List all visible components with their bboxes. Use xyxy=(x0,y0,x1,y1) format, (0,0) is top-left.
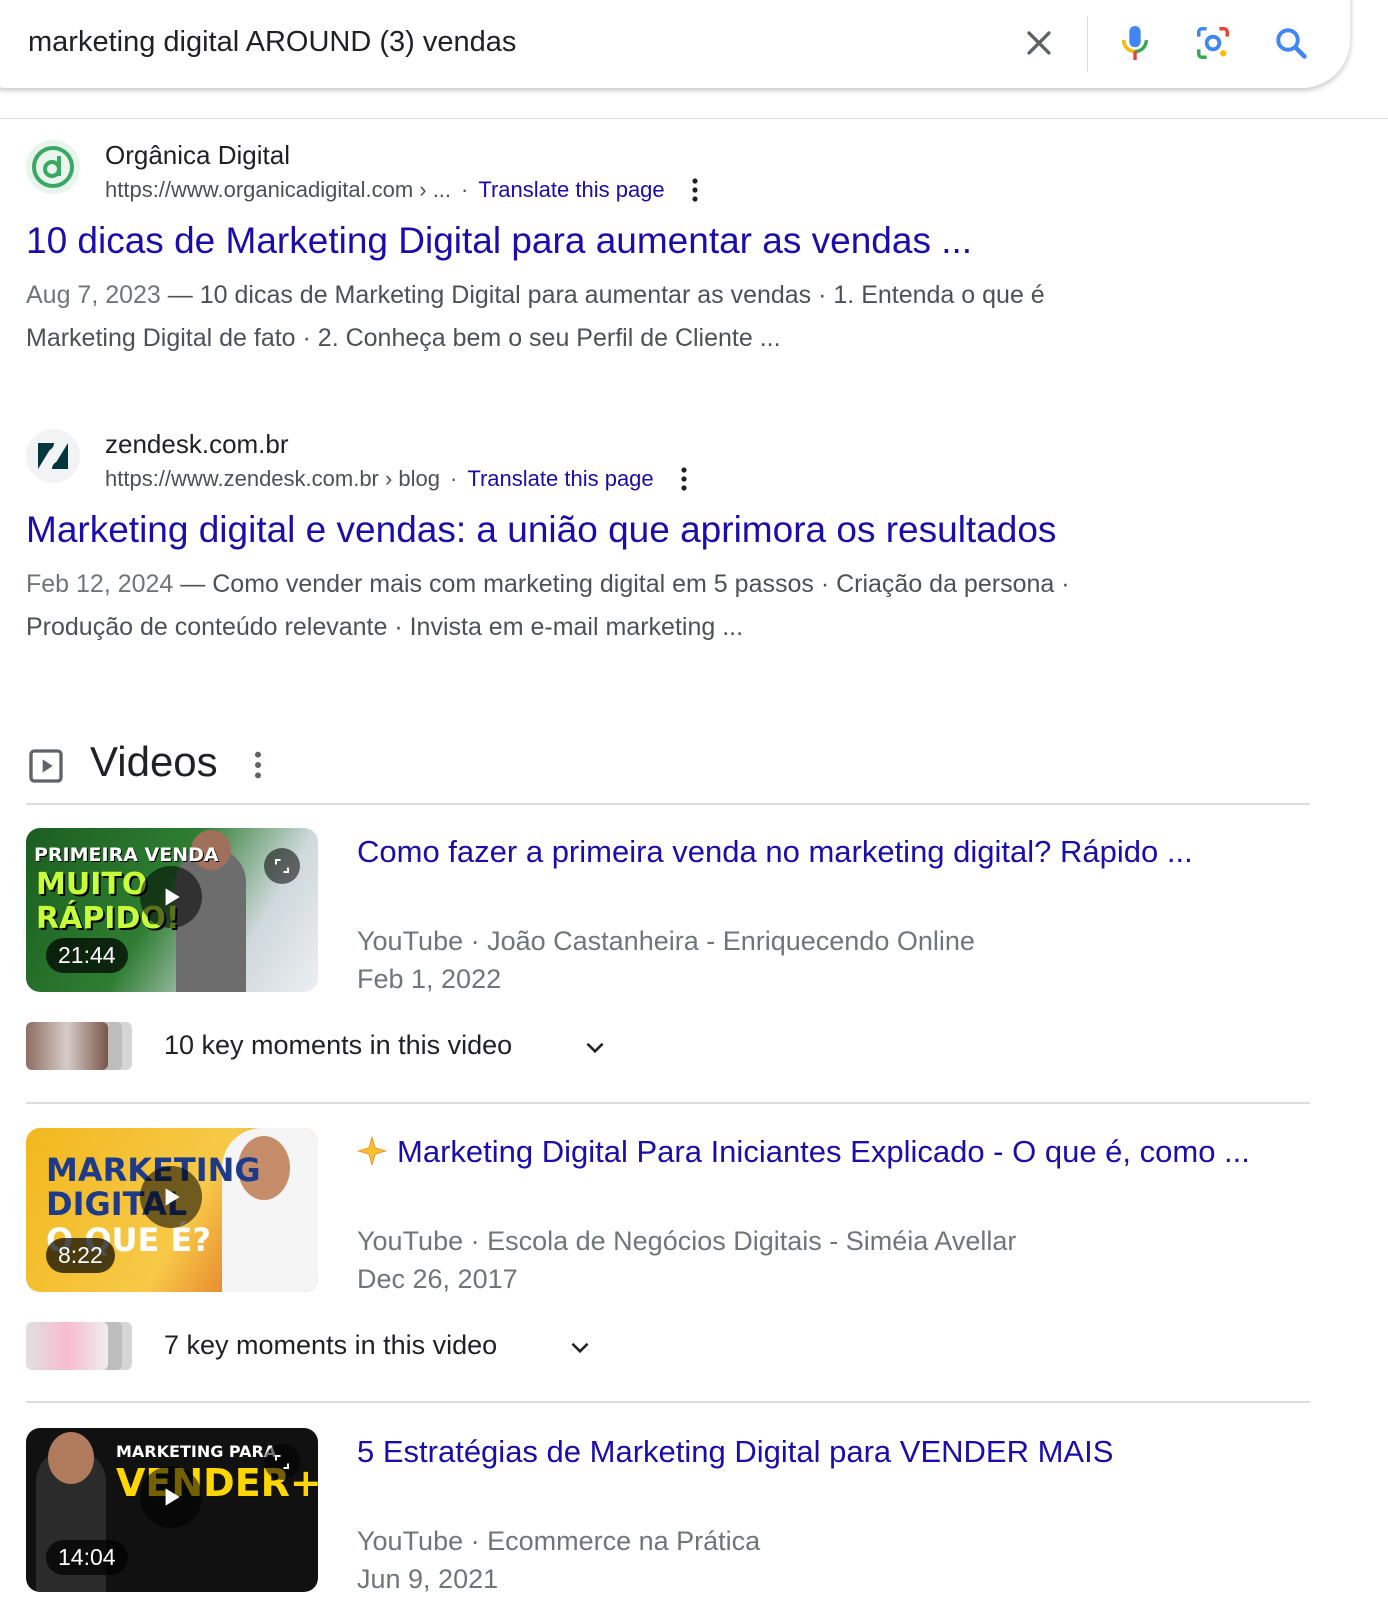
play-icon[interactable] xyxy=(140,1466,202,1528)
video-thumbnail[interactable]: PRIMEIRA VENDA MUITO RÁPIDO! 21:44 xyxy=(26,828,318,992)
video-duration: 8:22 xyxy=(46,1238,115,1273)
header-divider xyxy=(0,118,1388,119)
more-options-icon[interactable] xyxy=(691,177,699,203)
video-thumbnail[interactable]: MARKETING DIGITAL O QUE É? 8:22 xyxy=(26,1128,318,1292)
section-divider xyxy=(26,1401,1310,1403)
search-bar-separator xyxy=(1087,16,1088,72)
result-snippet: Aug 7, 2023 — 10 dicas de Marketing Digi… xyxy=(26,274,1226,360)
video-title-link[interactable]: Como fazer a primeira venda no marketing… xyxy=(357,834,1193,870)
video-meta: YouTube · Ecommerce na Prática Jun 9, 20… xyxy=(357,1522,760,1598)
search-input[interactable]: marketing digital AROUND (3) vendas xyxy=(28,26,516,59)
chevron-down-icon xyxy=(582,1034,608,1065)
video-source: YouTube · Escola de Negócios Digitais - … xyxy=(357,1226,1017,1256)
section-divider xyxy=(26,1102,1310,1104)
key-moments-thumbnails xyxy=(26,1022,136,1070)
result-date: Aug 7, 2023 xyxy=(26,281,161,309)
organica-favicon-icon xyxy=(26,140,80,194)
snippet-line2: Produção de conteúdo relevante · Invista… xyxy=(26,613,744,641)
site-url: https://www.organicadigital.com › ... · … xyxy=(105,177,699,203)
video-source: YouTube · Ecommerce na Prática xyxy=(357,1526,761,1556)
video-duration: 21:44 xyxy=(46,938,128,973)
video-thumbnail[interactable]: MARKETING PARA VENDER+ 14:04 xyxy=(26,1428,318,1592)
key-moments-thumbnails xyxy=(26,1322,136,1370)
key-moments-label: 10 key moments in this video xyxy=(164,1030,513,1060)
site-name[interactable]: zendesk.com.br xyxy=(105,429,289,460)
play-icon[interactable] xyxy=(140,1166,202,1228)
video-section-icon xyxy=(26,746,66,791)
play-icon[interactable] xyxy=(140,866,202,928)
clear-icon[interactable] xyxy=(1016,20,1062,66)
video-date: Jun 9, 2021 xyxy=(357,1564,499,1594)
more-options-icon[interactable] xyxy=(680,466,688,492)
more-options-icon[interactable] xyxy=(253,750,263,785)
thumb-text: MARKETING PARA xyxy=(116,1442,277,1461)
video-meta: YouTube · João Castanheira - Enriquecend… xyxy=(357,922,975,998)
search-icon[interactable] xyxy=(1268,20,1314,66)
video-title-link[interactable]: Marketing Digital Para Iniciantes Explic… xyxy=(397,1134,1250,1170)
videos-heading: Videos xyxy=(90,738,218,785)
translate-link[interactable]: Translate this page xyxy=(467,466,653,492)
zendesk-favicon-icon xyxy=(26,429,80,483)
translate-link[interactable]: Translate this page xyxy=(478,177,664,203)
result-date: Feb 12, 2024 xyxy=(26,570,174,598)
key-moments-toggle[interactable]: 7 key moments in this video xyxy=(26,1322,646,1372)
video-source: YouTube · João Castanheira - Enriquecend… xyxy=(357,926,975,956)
chevron-down-icon xyxy=(567,1334,593,1365)
key-moments-toggle[interactable]: 10 key moments in this video xyxy=(26,1022,646,1072)
moment-card xyxy=(26,1322,108,1370)
result-title-link[interactable]: 10 dicas de Marketing Digital para aumen… xyxy=(26,220,972,262)
section-divider xyxy=(26,803,1310,805)
snippet-line1: — 10 dicas de Marketing Digital para aum… xyxy=(160,281,1045,309)
moment-card xyxy=(26,1022,108,1070)
sparkle-icon xyxy=(356,1135,388,1171)
snippet-line1: — Como vender mais com marketing digital… xyxy=(173,570,1070,598)
person-head xyxy=(48,1432,94,1484)
separator-dot: · xyxy=(461,177,469,202)
camera-lens-icon[interactable] xyxy=(1190,20,1236,66)
separator-dot: · xyxy=(450,466,458,491)
expand-icon[interactable] xyxy=(264,848,300,884)
video-duration: 14:04 xyxy=(46,1540,128,1575)
url-text[interactable]: https://www.organicadigital.com › ... xyxy=(105,177,451,203)
video-meta: YouTube · Escola de Negócios Digitais - … xyxy=(357,1222,1016,1298)
video-date: Dec 26, 2017 xyxy=(357,1264,518,1294)
result-snippet: Feb 12, 2024 — Como vender mais com mark… xyxy=(26,563,1226,649)
key-moments-label: 7 key moments in this video xyxy=(164,1330,498,1360)
result-title-link[interactable]: Marketing digital e vendas: a união que … xyxy=(26,509,1056,551)
thumb-text: PRIMEIRA VENDA xyxy=(34,844,219,866)
thumb-text: MUITO xyxy=(36,867,148,902)
site-name[interactable]: Orgânica Digital xyxy=(105,140,290,171)
video-date: Feb 1, 2022 xyxy=(357,964,502,994)
snippet-line2: Marketing Digital de fato · 2. Conheça b… xyxy=(26,324,781,352)
url-text[interactable]: https://www.zendesk.com.br › blog xyxy=(105,466,440,492)
site-url: https://www.zendesk.com.br › blog · Tran… xyxy=(105,466,688,492)
expand-icon[interactable] xyxy=(264,1444,300,1480)
video-title-link[interactable]: 5 Estratégias de Marketing Digital para … xyxy=(357,1434,1113,1470)
microphone-icon[interactable] xyxy=(1112,20,1158,66)
